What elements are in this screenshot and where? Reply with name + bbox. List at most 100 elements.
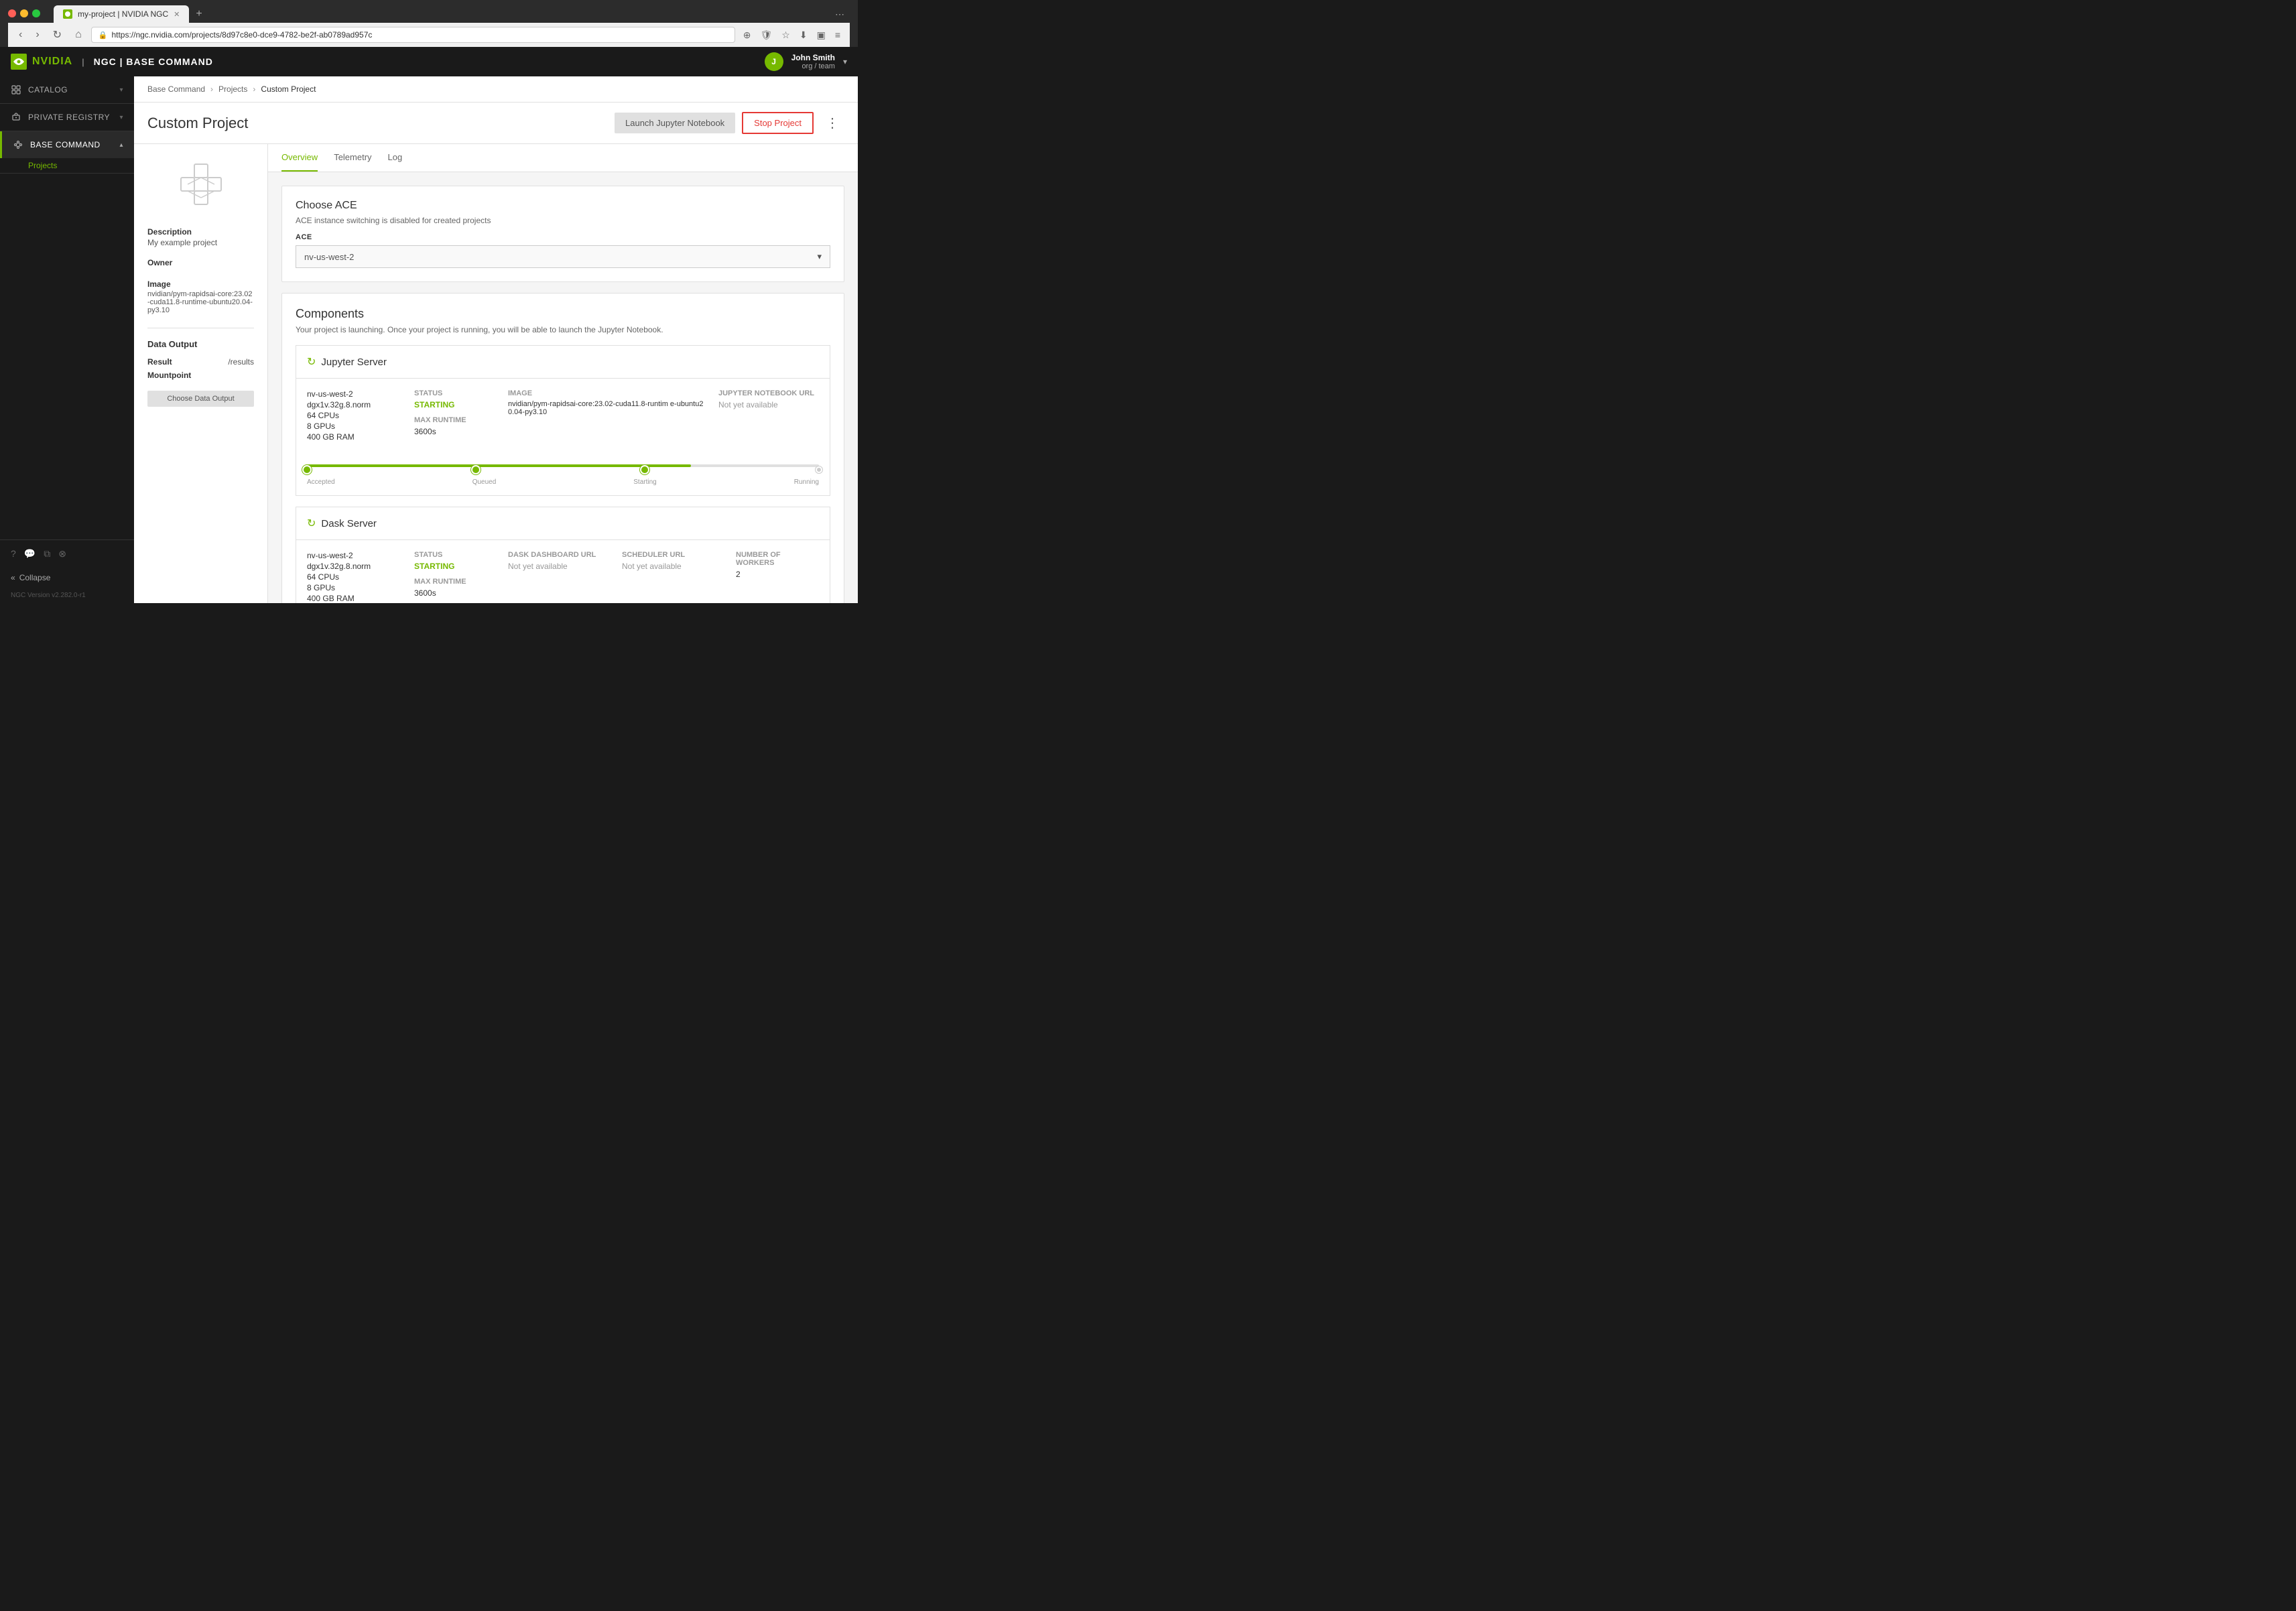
mountpoint-label: Mountpoint: [147, 371, 191, 380]
description-value: My example project: [147, 238, 254, 247]
dask-runtime-label: Max Runtime: [414, 578, 495, 586]
sidebar-catalog-section: CATALOG ▾: [0, 76, 134, 104]
tab-layout-icon[interactable]: ▣: [814, 28, 828, 42]
more-options-button[interactable]: ⋮: [820, 112, 844, 134]
address-bar[interactable]: 🔒 https://ngc.nvidia.com/projects/8d97c8…: [91, 27, 735, 43]
reload-button[interactable]: ↻: [49, 27, 66, 43]
download-icon[interactable]: ⬇: [797, 28, 810, 42]
jupyter-dot-running: [816, 466, 822, 473]
breadcrumb-sep-1: ›: [210, 84, 213, 94]
extensions-icon[interactable]: ⊕: [741, 28, 754, 42]
sidebar-item-projects[interactable]: Projects: [0, 158, 134, 173]
components-card: Components Your project is launching. On…: [281, 293, 844, 603]
left-panel: Description My example project Owner Ima…: [134, 144, 268, 603]
jupyter-instance: dgx1v.32g.8.norm: [307, 400, 401, 409]
jupyter-image-label: Image: [508, 389, 705, 397]
dask-runtime-value: 3600s: [414, 588, 495, 598]
registry-icon: [11, 112, 21, 123]
stop-project-button[interactable]: Stop Project: [742, 112, 814, 134]
sidebar: CATALOG ▾ PRIVATE: [0, 76, 134, 603]
nvidia-logo-icon: [11, 54, 27, 70]
sidebar-item-base-command[interactable]: BASE COMMAND ▴: [0, 131, 134, 158]
sidebar-item-private-registry[interactable]: PRIVATE REGISTRY ▾: [0, 104, 134, 131]
dask-status-label: Status: [414, 551, 495, 559]
ace-card: Choose ACE ACE instance switching is dis…: [281, 186, 844, 282]
user-menu-chevron[interactable]: ▾: [843, 57, 847, 66]
ace-label: ACE: [296, 233, 830, 241]
jupyter-runtime-value: 3600s: [414, 427, 495, 436]
jupyter-label-queued: Queued: [472, 478, 497, 486]
page-title: Custom Project: [147, 115, 248, 132]
close-traffic-light[interactable]: [8, 9, 16, 17]
browser-tabs: my-project | NVIDIA NGC ✕ +: [54, 5, 208, 23]
api-icon[interactable]: ⧉: [44, 548, 50, 560]
new-tab-button[interactable]: +: [190, 5, 207, 23]
components-subtitle: Your project is launching. Once your pro…: [296, 325, 830, 334]
ngc-version: NGC Version v2.282.0-r1: [0, 588, 134, 603]
tabs-bar: Overview Telemetry Log: [268, 144, 858, 172]
tab-telemetry[interactable]: Telemetry: [334, 144, 371, 172]
page-actions: Launch Jupyter Notebook Stop Project ⋮: [615, 112, 844, 134]
choose-data-output-button[interactable]: Choose Data Output: [147, 391, 254, 407]
minimize-traffic-light[interactable]: [20, 9, 28, 17]
breadcrumb-projects[interactable]: Projects: [218, 84, 247, 94]
forward-button[interactable]: ›: [31, 27, 43, 42]
tab-log[interactable]: Log: [388, 144, 403, 172]
help-icon[interactable]: ?: [11, 548, 16, 560]
bookmark-icon[interactable]: ☆: [779, 28, 793, 42]
launch-jupyter-button[interactable]: Launch Jupyter Notebook: [615, 113, 735, 133]
content-area: Description My example project Owner Ima…: [134, 144, 858, 603]
ace-select[interactable]: nv-us-west-2 ▾: [296, 245, 830, 268]
dask-dashboard-label: Dask Dashboard URL: [508, 551, 609, 559]
url-display: https://ngc.nvidia.com/projects/8d97c8e0…: [111, 30, 372, 40]
breadcrumb-sep-2: ›: [253, 84, 255, 94]
active-tab[interactable]: my-project | NVIDIA NGC ✕: [54, 5, 189, 23]
tab-favicon: [63, 9, 72, 19]
tab-overview[interactable]: Overview: [281, 144, 318, 172]
dask-ram: 400 GB RAM: [307, 594, 401, 603]
catalog-icon: [11, 84, 21, 95]
sidebar-item-catalog[interactable]: CATALOG ▾: [0, 76, 134, 103]
dask-instance: dgx1v.32g.8.norm: [307, 562, 401, 571]
traffic-lights: [8, 9, 40, 17]
registry-chevron: ▾: [119, 114, 123, 121]
tab-close-button[interactable]: ✕: [174, 10, 180, 19]
base-command-label: BASE COMMAND: [30, 140, 101, 149]
settings-icon[interactable]: ⊗: [58, 548, 66, 560]
jupyter-ram: 400 GB RAM: [307, 432, 401, 442]
components-title: Components: [296, 307, 830, 321]
home-button[interactable]: ⌂: [71, 27, 86, 42]
jupyter-label-starting: Starting: [633, 478, 656, 486]
jupyter-progress-section: Accepted Queued Starting Running: [296, 454, 830, 495]
sidebar-registry-section: PRIVATE REGISTRY ▾: [0, 104, 134, 131]
jupyter-gpus: 8 GPUs: [307, 422, 401, 431]
dask-scheduler-label: Scheduler URL: [622, 551, 722, 559]
jupyter-title: Jupyter Server: [321, 357, 387, 368]
jupyter-label-accepted: Accepted: [307, 478, 335, 486]
dask-status-value: STARTING: [414, 562, 495, 571]
breadcrumb-current: Custom Project: [261, 84, 316, 94]
jupyter-label-running: Running: [794, 478, 819, 486]
breadcrumb-base-command[interactable]: Base Command: [147, 84, 205, 94]
back-button[interactable]: ‹: [15, 27, 26, 42]
jupyter-server-info: nv-us-west-2 dgx1v.32g.8.norm 64 CPUs 8 …: [307, 389, 401, 443]
jupyter-server: nv-us-west-2: [307, 389, 401, 399]
owner-group: Owner: [147, 258, 254, 269]
collapse-button[interactable]: « Collapse: [0, 568, 134, 588]
jupyter-status-label: Status: [414, 389, 495, 397]
user-avatar: J: [765, 52, 783, 71]
dask-scheduler-group: Scheduler URL Not yet available: [622, 551, 722, 603]
catalog-label: CATALOG: [28, 85, 68, 94]
owner-label: Owner: [147, 258, 254, 267]
dask-body: nv-us-west-2 dgx1v.32g.8.norm 64 CPUs 8 …: [296, 540, 830, 603]
maximize-traffic-light[interactable]: [32, 9, 40, 17]
menu-icon[interactable]: ≡: [832, 28, 843, 42]
result-value: /results: [228, 357, 254, 368]
mountpoint-row: Mountpoint: [147, 371, 254, 381]
jupyter-progress-wrapper: Accepted Queued Starting Running: [307, 464, 819, 486]
dask-server: nv-us-west-2: [307, 551, 401, 560]
catalog-item-left: CATALOG: [11, 84, 68, 95]
app-logo: NVIDIA | NGC | BASE COMMAND: [11, 54, 213, 70]
chat-icon[interactable]: 💬: [24, 548, 36, 560]
main-content: Choose ACE ACE instance switching is dis…: [268, 172, 858, 603]
